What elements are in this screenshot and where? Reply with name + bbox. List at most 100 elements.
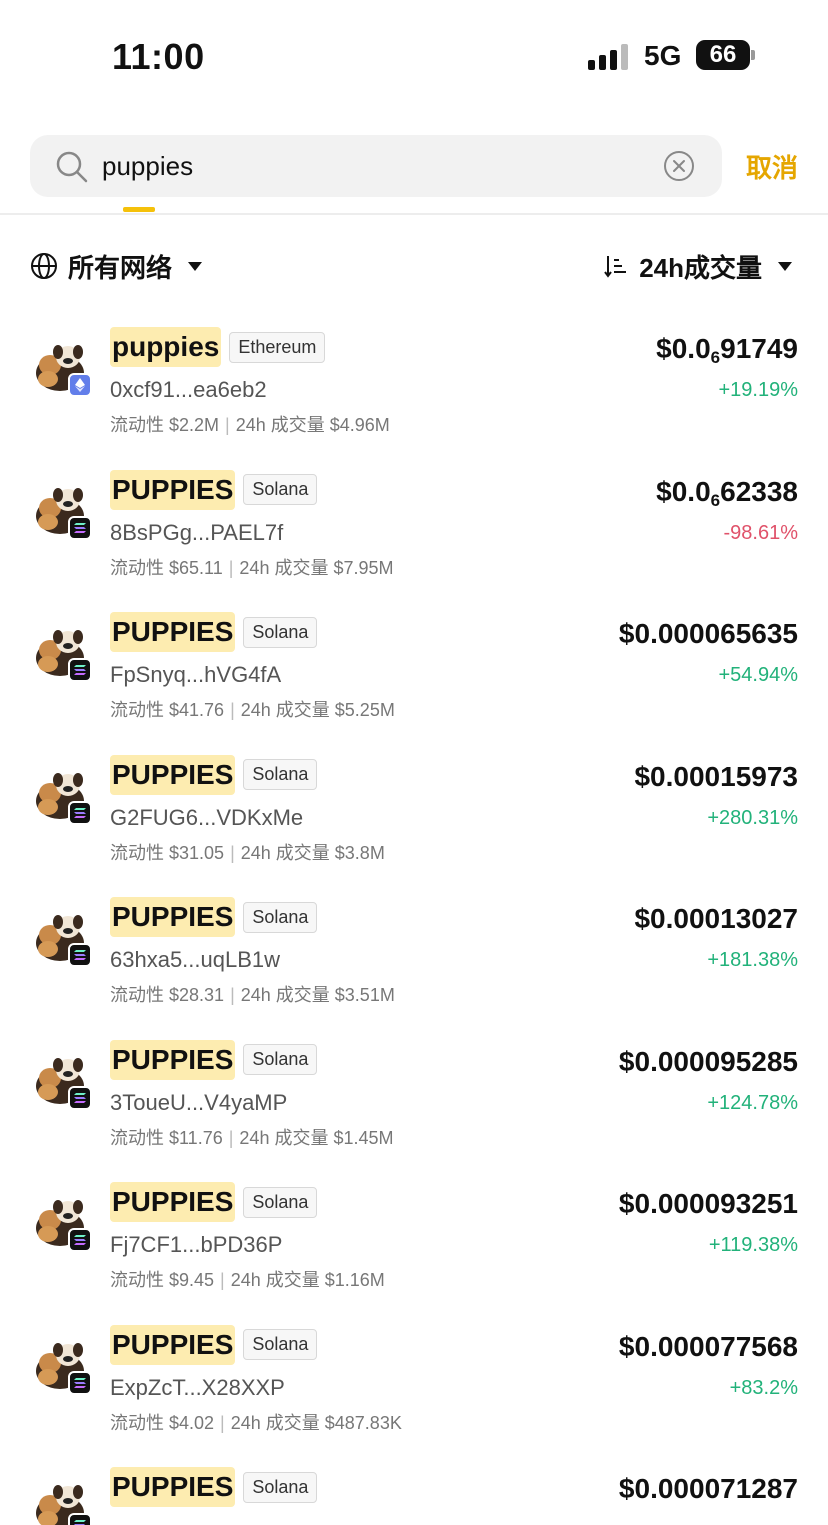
token-change: +280.31%	[707, 806, 798, 829]
token-address: ExpZcT...X28XXP	[110, 1374, 285, 1400]
token-row[interactable]: puppies Ethereum 0xcf91...ea6eb2 流动性 $2.2M |…	[0, 313, 828, 456]
meta-separator: |	[220, 1412, 225, 1433]
token-address: 0xcf91...ea6eb2	[110, 377, 267, 402]
solana-icon	[68, 943, 92, 967]
token-address: FpSnyq...hVG4fA	[110, 662, 282, 687]
chevron-down-icon	[778, 261, 792, 271]
token-liquidity: 流动性 $31.05	[110, 842, 225, 863]
meta-separator: |	[230, 700, 235, 720]
network-filter[interactable]: 所有网络	[30, 248, 203, 284]
token-meta: 流动性 $41.76 | 24h 成交量 $5.25M	[110, 696, 395, 722]
price-prefix: $0.0	[656, 475, 711, 507]
globe-icon	[31, 253, 57, 279]
chain-tag: Solana	[243, 901, 318, 933]
token-volume: 24h 成交量 $1.45M	[239, 1127, 394, 1148]
token-name: PUPPIES	[110, 1039, 236, 1080]
token-name: PUPPIES	[110, 469, 236, 510]
solana-icon	[68, 1228, 92, 1252]
price-tail: 62338	[720, 475, 798, 507]
token-name-wrap: PUPPIES Solana	[110, 1467, 318, 1507]
token-liquidity: 流动性 $41.76	[110, 700, 225, 720]
token-name: PUPPIES	[110, 754, 236, 795]
search-query: puppies	[102, 151, 194, 181]
token-price: $0.00015973	[634, 761, 798, 796]
token-address: 8BsPGg...PAEL7f	[110, 519, 284, 545]
token-address: 3ToueU...V4yaMP	[110, 1089, 288, 1115]
token-address: 63hxa5...uqLB1w	[110, 947, 281, 972]
chain-tag: Solana	[243, 1329, 318, 1360]
price-zeros: 6	[710, 490, 721, 510]
sort-filter[interactable]: 24h成交量	[603, 248, 792, 284]
cancel-button[interactable]: 取消	[746, 148, 798, 185]
token-row[interactable]: PUPPIES Solana 63hxa5...uqLB1w 流动性 $28.31 | 2…	[0, 883, 828, 1026]
chain-tag: Solana	[243, 616, 318, 648]
search-input[interactable]: puppies	[30, 135, 722, 197]
token-price: $0.0662338	[656, 476, 798, 511]
token-row[interactable]: PUPPIES Solana Fj7CF1...bPD36P 流动性 $9.45 | 24…	[0, 1168, 828, 1311]
token-meta: 流动性 $28.31 | 24h 成交量 $3.51M	[110, 981, 395, 1007]
token-liquidity: 流动性 $28.31	[110, 985, 225, 1005]
solana-icon	[68, 800, 92, 825]
price-prefix: $0.0	[656, 333, 711, 364]
clear-icon[interactable]	[662, 149, 696, 183]
price-prefix: $0.00015973	[634, 760, 798, 792]
ethereum-icon	[68, 373, 92, 397]
token-price: $0.00013027	[634, 903, 798, 938]
token-row[interactable]: PUPPIESSolana|$0.000071287	[0, 1453, 828, 1525]
price-zeros: 6	[710, 348, 721, 367]
solana-icon	[68, 1085, 92, 1110]
status-time: 11:00	[112, 36, 205, 77]
token-meta: 流动性 $65.11 | 24h 成交量 $7.95M	[110, 554, 394, 580]
token-row[interactable]: PUPPIES Solana 3ToueU...V4yaMP 流动性 $11.76 | 2…	[0, 1026, 828, 1169]
status-bar: 11:00 5G 66	[0, 0, 828, 110]
token-name-wrap: PUPPIES Solana	[110, 1182, 318, 1222]
token-volume: 24h 成交量 $1.16M	[230, 1270, 385, 1290]
token-liquidity: 流动性 $65.11	[110, 557, 223, 578]
token-volume: 24h 成交量 $487.83K	[230, 1412, 402, 1433]
meta-separator: |	[225, 415, 230, 435]
signal-icon	[588, 44, 630, 70]
tab-indicator	[123, 207, 155, 212]
network-type: 5G	[644, 40, 682, 71]
token-name: PUPPIES	[110, 897, 236, 937]
token-name: PUPPIES	[110, 1324, 236, 1365]
chain-tag: Solana	[243, 1044, 318, 1075]
token-row[interactable]: PUPPIES Solana 8BsPGg...PAEL7f 流动性 $65.11 | 2…	[0, 456, 828, 599]
meta-separator: |	[230, 842, 235, 863]
token-row[interactable]: PUPPIES Solana ExpZcT...X28XXP 流动性 $4.02 | 24…	[0, 1311, 828, 1454]
token-name-wrap: PUPPIES Solana	[110, 754, 318, 795]
token-address: G2FUG6...VDKxMe	[110, 804, 304, 830]
token-liquidity: 流动性 $2.2M	[110, 415, 220, 435]
token-volume: 24h 成交量 $4.96M	[235, 415, 390, 435]
token-name: PUPPIES	[110, 1467, 236, 1507]
token-price: $0.000065635	[619, 618, 798, 653]
token-name-wrap: PUPPIES Solana	[110, 1039, 318, 1080]
token-row[interactable]: PUPPIES Solana G2FUG6...VDKxMe 流动性 $31.05 | 2…	[0, 741, 828, 884]
token-meta: 流动性 $4.02 | 24h 成交量 $487.83K	[110, 1409, 402, 1435]
chain-tag: Ethereum	[229, 331, 326, 363]
token-meta: 流动性 $31.05 | 24h 成交量 $3.8M	[110, 839, 385, 865]
token-name: PUPPIES	[110, 612, 236, 652]
chain-tag: Solana	[243, 474, 318, 505]
token-volume: 24h 成交量 $3.8M	[240, 842, 385, 863]
token-name-wrap: PUPPIES Solana	[110, 897, 318, 937]
meta-separator: |	[230, 985, 235, 1005]
token-meta: 流动性 $11.76 | 24h 成交量 $1.45M	[110, 1124, 394, 1150]
battery-tip	[751, 50, 755, 60]
token-row[interactable]: PUPPIES Solana FpSnyq...hVG4fA 流动性 $41.76 | 2…	[0, 598, 828, 741]
chain-tag: Solana	[243, 1186, 318, 1218]
meta-separator: |	[228, 557, 234, 578]
token-name: puppies	[110, 327, 222, 367]
price-prefix: $0.000071287	[618, 1473, 798, 1504]
chain-tag: Solana	[243, 1471, 318, 1503]
divider	[0, 213, 828, 215]
token-name: PUPPIES	[110, 1182, 236, 1222]
price-prefix: $0.000065635	[618, 618, 798, 649]
token-price: $0.000093251	[619, 1188, 798, 1223]
solana-icon	[68, 658, 92, 682]
token-price: $0.000077568	[619, 1331, 798, 1366]
token-volume: 24h 成交量 $7.95M	[239, 557, 394, 578]
token-change: +124.78%	[707, 1091, 798, 1114]
token-price: $0.0691749	[656, 333, 798, 368]
token-change: +119.38%	[708, 1234, 798, 1256]
